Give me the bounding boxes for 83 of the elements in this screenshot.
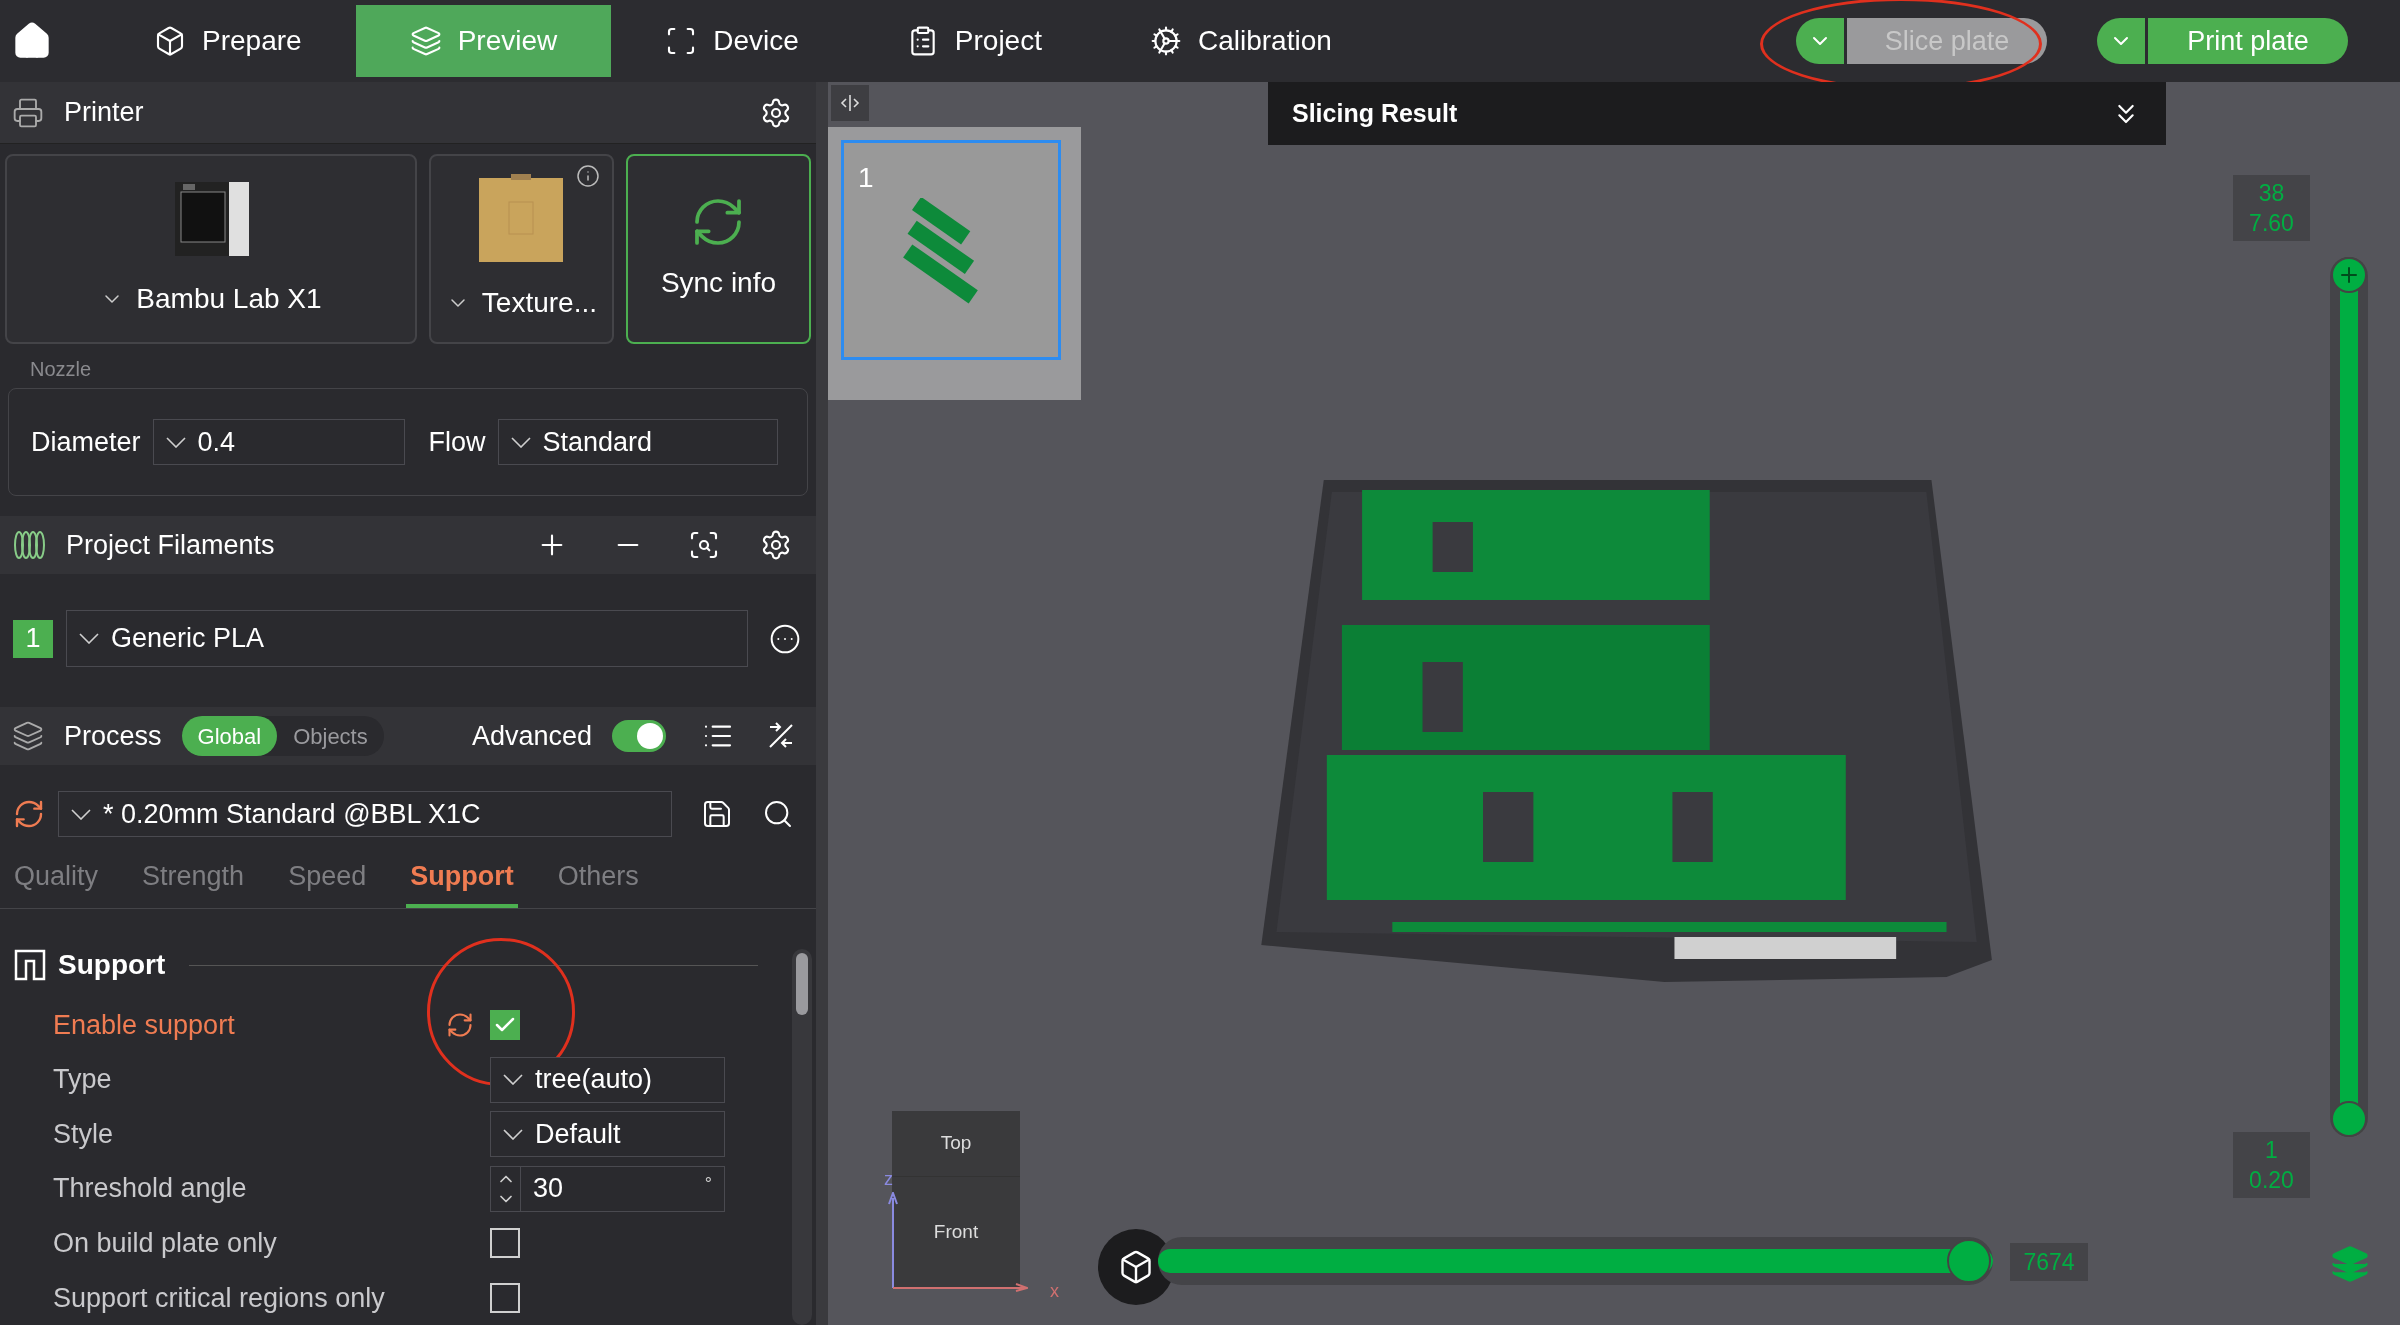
checkbox[interactable] xyxy=(490,1282,520,1313)
process-icon xyxy=(12,720,44,752)
view-top-face[interactable]: Top xyxy=(892,1111,1020,1177)
filament-icon xyxy=(12,530,46,560)
filament-select[interactable]: Generic PLA xyxy=(66,610,748,667)
layer-number: 38 xyxy=(2258,179,2285,208)
tab-icon xyxy=(154,25,186,57)
advanced-label: Advanced xyxy=(471,719,592,753)
layers-icon[interactable] xyxy=(2330,1244,2370,1284)
printer-card[interactable]: Bambu Lab X1 xyxy=(5,154,417,344)
save-icon[interactable] xyxy=(701,798,733,830)
reset-icon[interactable] xyxy=(13,798,45,830)
panel-title: Process xyxy=(64,719,162,753)
scrollbar[interactable] xyxy=(792,949,812,1325)
flow-select[interactable]: Standard xyxy=(497,419,778,465)
move-slider-track[interactable] xyxy=(1158,1237,1993,1285)
unit-label: ° xyxy=(704,1172,712,1196)
view-front-face[interactable]: Front xyxy=(892,1177,1020,1287)
layer-height: 0.20 xyxy=(2249,1166,2294,1195)
reset-icon[interactable] xyxy=(446,1011,474,1040)
settings-icon[interactable] xyxy=(760,96,792,129)
layer-height: 7.60 xyxy=(2249,209,2294,238)
settings-icon[interactable] xyxy=(760,529,792,561)
plate-type: Texture... xyxy=(481,286,597,320)
setting-label: On build plate only xyxy=(53,1228,277,1258)
printer-model: Bambu Lab X1 xyxy=(136,282,322,316)
move-count: 7674 xyxy=(2010,1243,2088,1281)
scope-tab[interactable]: Objects xyxy=(277,716,384,756)
panel-title: Printer xyxy=(64,96,145,130)
caret-icon xyxy=(165,436,186,448)
field-label: Diameter xyxy=(31,425,141,459)
number-field[interactable]: 30 ° xyxy=(490,1165,725,1212)
checkbox[interactable] xyxy=(490,1010,520,1041)
settings-tab[interactable]: Speed xyxy=(284,855,371,908)
slicing-result-title: Slicing Result xyxy=(1292,97,1459,129)
sync-button[interactable]: Sync info xyxy=(625,154,811,344)
setting-label: Support critical regions only xyxy=(53,1282,385,1313)
panel-toggle[interactable] xyxy=(831,85,869,121)
top-tab[interactable]: Calibration xyxy=(1095,5,1386,77)
tab-icon xyxy=(1149,25,1182,57)
select-field[interactable]: Default xyxy=(490,1111,725,1158)
search-icon[interactable] xyxy=(762,798,794,830)
diameter-select[interactable]: 0.4 xyxy=(152,419,405,465)
panel-title: Project Filaments xyxy=(66,528,276,562)
axis-label: x xyxy=(1050,1280,1059,1303)
caret-icon xyxy=(503,1074,523,1086)
printer-icon xyxy=(12,96,44,129)
tab-icon xyxy=(409,25,442,57)
dropdown-button[interactable] xyxy=(2097,18,2145,64)
axis-label: z xyxy=(884,1168,893,1191)
advanced-toggle[interactable] xyxy=(612,720,666,752)
caret-icon xyxy=(71,808,91,820)
support-icon xyxy=(14,949,46,982)
caret-icon xyxy=(79,633,99,644)
settings-tab[interactable]: Others xyxy=(553,855,643,908)
more-icon[interactable] xyxy=(769,622,801,655)
preset-select[interactable]: * 0.20mm Standard @BBL X1C xyxy=(58,791,672,837)
field-label: Flow xyxy=(428,425,486,459)
top-tab[interactable]: Project xyxy=(852,5,1096,77)
expand-icon xyxy=(839,94,861,112)
home-icon[interactable] xyxy=(12,21,52,61)
caret-icon xyxy=(510,436,531,448)
dropdown-button[interactable] xyxy=(1796,18,1844,64)
setting-label: Enable support xyxy=(53,1009,235,1040)
caret-icon xyxy=(503,1128,523,1140)
section-title: Support xyxy=(58,948,166,983)
setting-label: Style xyxy=(53,1118,114,1149)
settings-tab[interactable]: Support xyxy=(406,855,518,908)
filament-sync-icon[interactable] xyxy=(688,529,720,561)
plate-card[interactable]: Texture... xyxy=(428,154,614,344)
settings-tab[interactable]: Strength xyxy=(138,855,249,908)
checkbox[interactable] xyxy=(490,1228,520,1259)
select-field[interactable]: tree(auto) xyxy=(490,1056,725,1103)
settings-tab[interactable]: Quality xyxy=(10,855,103,908)
section-label: Nozzle xyxy=(30,357,93,382)
plate-number: 1 xyxy=(858,162,874,193)
cube-icon xyxy=(1118,1249,1154,1285)
setting-label: Type xyxy=(53,1064,112,1095)
top-tab[interactable]: Device xyxy=(611,5,853,77)
info-icon[interactable] xyxy=(575,164,600,188)
setting-label: Threshold angle xyxy=(53,1173,247,1204)
top-tab[interactable]: Prepare xyxy=(100,5,356,77)
layer-number: 1 xyxy=(2265,1136,2278,1165)
